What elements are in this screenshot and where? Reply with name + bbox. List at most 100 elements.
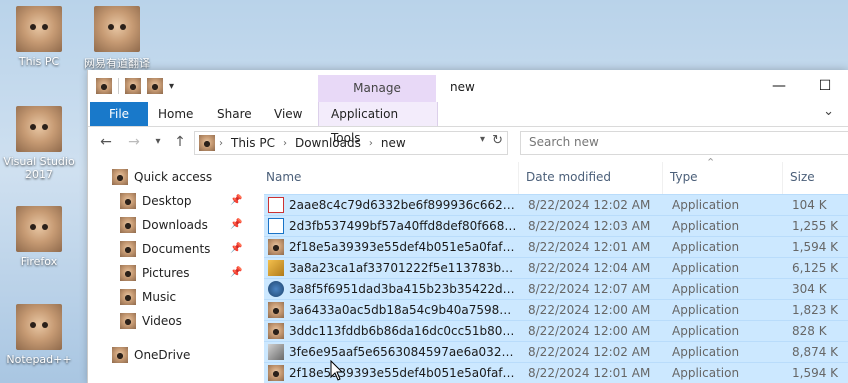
table-row[interactable]: 2aae8c4c79d6332be6f899936c662326250d... … (264, 194, 848, 215)
maximize-button[interactable]: ☐ (802, 70, 848, 102)
sort-indicator-icon: ⌃ (706, 156, 716, 169)
search-placeholder: Search new (529, 135, 599, 149)
nav-music[interactable]: Music (120, 286, 176, 308)
minimize-button[interactable]: — (756, 70, 802, 102)
pin-icon[interactable]: 📌 (230, 219, 242, 230)
file-type: Application (672, 219, 740, 233)
breadcrumb-separator: › (368, 137, 373, 149)
window-icon (268, 218, 284, 234)
column-header-type[interactable]: Type (670, 170, 698, 184)
file-size: 104 K (792, 198, 827, 212)
file-date: 8/22/2024 12:07 AM (528, 282, 651, 296)
table-row[interactable]: 3fe6e95aaf5e6563084597ae6a03283dc6e8... … (264, 341, 848, 362)
breadcrumb-separator: › (219, 137, 223, 149)
file-size: 304 K (792, 282, 827, 296)
pdf-icon (268, 197, 284, 213)
desktop-icon-firefox[interactable]: Firefox (0, 206, 78, 268)
table-row[interactable]: 2f18e5a39393e55def4b051e5a0faf2f9cc0d...… (264, 362, 848, 383)
file-date: 8/22/2024 12:00 AM (528, 324, 651, 338)
column-header-name[interactable]: Name (266, 170, 301, 184)
breadcrumb-new[interactable]: new (381, 136, 406, 150)
file-date: 8/22/2024 12:01 AM (528, 240, 651, 254)
search-box[interactable]: Search new (520, 131, 848, 155)
desktop-icon-this-pc[interactable]: This PC (0, 6, 78, 68)
desktop-icon-youdao[interactable]: 网易有道翻译 (78, 6, 156, 71)
nav-onedrive[interactable]: OneDrive (112, 344, 190, 366)
file-name: 3ddc113fddb6b86da16dc0cc51b80b04a9... (289, 324, 517, 338)
file-name: 2f18e5a39393e55def4b051e5a0faf2f9cc0d... (289, 366, 517, 380)
expand-ribbon-icon[interactable]: ⌄ (823, 104, 834, 119)
tab-home[interactable]: Home (146, 102, 205, 126)
forward-button[interactable]: → (124, 132, 144, 152)
table-row[interactable]: 3a6433a0ac5db18a54c9b40a75981a6bf2c... 8… (264, 299, 848, 320)
mouse-cursor-icon (330, 360, 344, 381)
cat-icon (268, 239, 284, 255)
pen-icon (268, 344, 284, 360)
up-button[interactable]: ↑ (170, 132, 190, 152)
desktop-icon-notepad[interactable]: Notepad++ (0, 304, 78, 366)
back-button[interactable]: ← (96, 132, 116, 152)
new-folder-icon[interactable] (147, 78, 163, 94)
globe-icon (268, 281, 284, 297)
window-controls: — ☐ (756, 70, 848, 102)
nav-downloads[interactable]: Downloads (120, 214, 208, 236)
table-row[interactable]: 3ddc113fddb6b86da16dc0cc51b80b04a9... 8/… (264, 320, 848, 341)
properties-icon[interactable] (125, 78, 141, 94)
file-size: 1,255 K (792, 219, 839, 233)
pin-icon[interactable]: 📌 (230, 243, 242, 254)
nav-desktop[interactable]: Desktop (120, 190, 192, 212)
tab-file[interactable]: File (90, 102, 148, 126)
tab-view[interactable]: View (262, 102, 314, 126)
nav-label: Pictures (142, 266, 190, 280)
table-row[interactable]: 3a8a23ca1af33701222f5e113783baf30e52... … (264, 257, 848, 278)
customize-toolbar-icon[interactable]: ▾ (169, 81, 174, 92)
file-type: Application (672, 366, 740, 380)
address-bar[interactable]: › This PC › Downloads › new ▾ ↻ (194, 131, 508, 155)
downloads-folder-icon (120, 217, 136, 233)
pin-icon[interactable]: 📌 (230, 267, 242, 278)
address-bar-row: ← → ▾ ↑ › This PC › Downloads › new ▾ ↻ … (88, 128, 848, 158)
table-row[interactable]: 3a8f5f6951dad3ba415b23b35422d3c93f86... … (264, 278, 848, 299)
file-name: 2aae8c4c79d6332be6f899936c662326250d... (289, 198, 517, 212)
nav-pictures[interactable]: Pictures (120, 262, 190, 284)
firefox-icon (16, 206, 62, 252)
breadcrumb-downloads[interactable]: Downloads (295, 136, 361, 150)
breadcrumb-separator: › (282, 137, 287, 149)
file-date: 8/22/2024 12:00 AM (528, 303, 651, 317)
toolbar-divider (118, 78, 119, 94)
file-name: 3a6433a0ac5db18a54c9b40a75981a6bf2c... (289, 303, 517, 317)
file-name: 3a8a23ca1af33701222f5e113783baf30e52... (289, 261, 517, 275)
desktop-icon-label: 网易有道翻译 (84, 57, 150, 70)
file-type: Application (672, 261, 740, 275)
file-type: Application (672, 240, 740, 254)
documents-folder-icon (120, 241, 136, 257)
file-type: Application (672, 324, 740, 338)
file-date: 8/22/2024 12:04 AM (528, 261, 651, 275)
cat-icon (268, 302, 284, 318)
nav-documents[interactable]: Documents (120, 238, 210, 260)
refresh-icon[interactable]: ↻ (492, 133, 503, 148)
file-date: 8/22/2024 12:01 AM (528, 366, 651, 380)
nav-quick-access[interactable]: Quick access (112, 166, 212, 188)
pin-icon[interactable]: 📌 (230, 195, 242, 206)
table-row[interactable]: 2f18e5a39393e55def4b051e5a0faf2f9cc0d...… (264, 236, 848, 257)
recent-locations-button[interactable]: ▾ (148, 132, 168, 152)
nav-videos[interactable]: Videos (120, 310, 182, 332)
breadcrumb-this-pc[interactable]: This PC (231, 136, 275, 150)
tab-application-tools[interactable]: Application Tools (318, 102, 438, 145)
title-bar: ▾ Manage new — ☐ (88, 70, 848, 102)
youdao-icon (94, 6, 140, 52)
table-row[interactable]: 2d3fb537499bf57a40ffd8def80f6685de2e2...… (264, 215, 848, 236)
desktop-folder-icon (120, 193, 136, 209)
file-size: 1,594 K (792, 240, 839, 254)
window-title: new (450, 80, 475, 94)
column-header-size[interactable]: Size (790, 170, 815, 184)
column-header-date[interactable]: Date modified (526, 170, 611, 184)
nav-label: Quick access (134, 170, 213, 184)
tab-share[interactable]: Share (205, 102, 264, 126)
address-history-icon[interactable]: ▾ (480, 134, 485, 145)
file-type: Application (672, 303, 740, 317)
cat-icon (268, 365, 284, 381)
manage-tab[interactable]: Manage (318, 75, 436, 102)
desktop-icon-visual-studio[interactable]: Visual Studio 2017 (0, 106, 78, 181)
